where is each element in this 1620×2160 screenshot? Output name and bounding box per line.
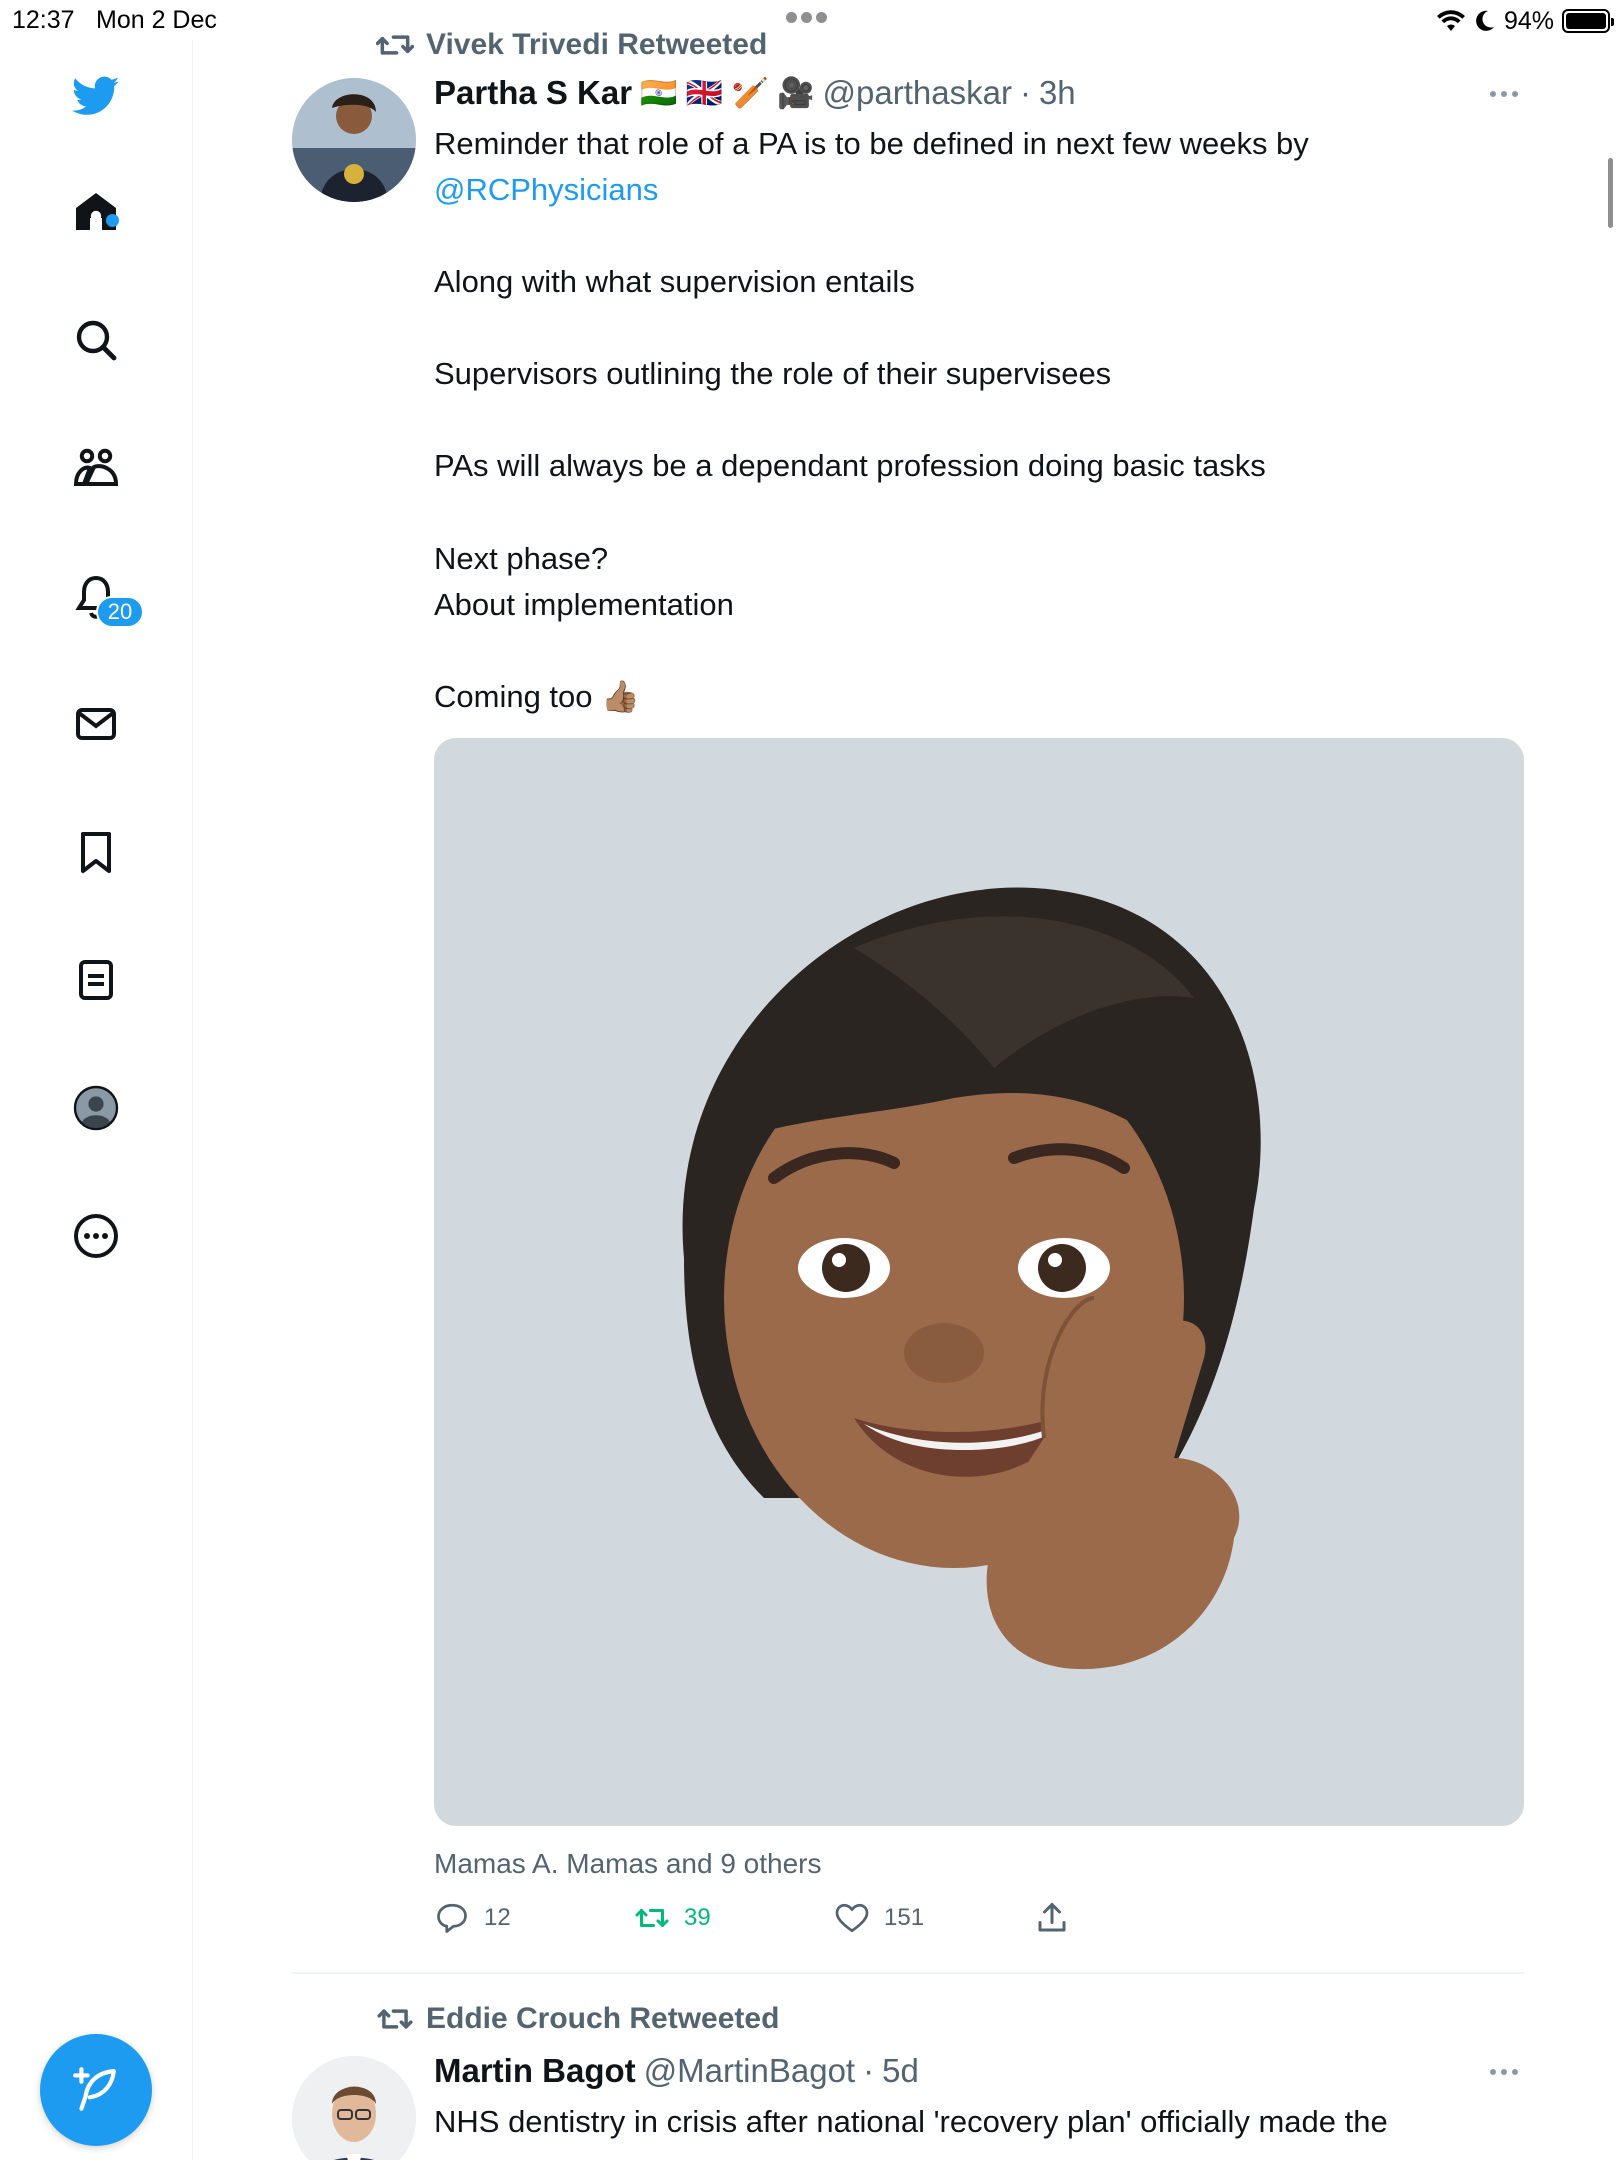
- retweeted-by-label: Eddie Crouch Retweeted: [426, 2002, 780, 2035]
- tweet-text-line1: Reminder that role of a PA is to be defi…: [434, 126, 1309, 161]
- feed-scrollbar[interactable]: [1608, 158, 1613, 228]
- retweet-count: 39: [684, 1904, 711, 1931]
- twitter-logo-icon[interactable]: [64, 64, 128, 128]
- tweet-header: Martin Bagot @MartinBagot · 5d: [434, 2052, 919, 2090]
- header-separator: ·: [863, 2052, 875, 2089]
- tweet-author-avatar[interactable]: [292, 78, 416, 202]
- author-handle[interactable]: @MartinBagot: [644, 2052, 855, 2090]
- tweet-paragraph: Next phase?: [434, 541, 609, 576]
- like-button[interactable]: 151: [834, 1900, 924, 1936]
- timeline-feed: Vivek Trivedi Retweeted Partha S Kar 🇮🇳 …: [194, 0, 1594, 2160]
- home-icon[interactable]: [64, 180, 128, 244]
- retweet-icon: [635, 1909, 669, 1927]
- status-time: 12:37: [12, 6, 75, 34]
- tweet-paragraph: PAs will always be a dependant professio…: [434, 448, 1266, 483]
- notifications-badge: 20: [96, 596, 144, 628]
- share-button[interactable]: [1034, 1900, 1070, 1936]
- tweet-paragraph: Along with what supervision entails: [434, 264, 915, 299]
- tweet-paragraph: Supervisors outlining the role of their …: [434, 356, 1112, 391]
- bookmark-icon[interactable]: [64, 820, 128, 884]
- retweet-context[interactable]: Vivek Trivedi Retweeted: [376, 26, 767, 64]
- tweet-author-avatar[interactable]: [292, 2056, 416, 2160]
- memoji-illustration: [682, 887, 1261, 1670]
- communities-icon[interactable]: [64, 436, 128, 500]
- tweet-more-options-icon[interactable]: [1484, 2062, 1524, 2082]
- share-icon: [1038, 1903, 1066, 1932]
- reply-count: 12: [484, 1904, 511, 1931]
- liked-by-summary[interactable]: Mamas A. Mamas and 9 others: [434, 1848, 822, 1880]
- tweet-actions-bar: 12 39 151: [434, 1900, 1134, 1950]
- more-options-icon[interactable]: [64, 1204, 128, 1268]
- author-name[interactable]: Partha S Kar: [434, 74, 632, 112]
- tweet-paragraph: About implementation: [434, 587, 734, 622]
- reply-icon: [437, 1903, 467, 1933]
- retweet-small-icon: [377, 2009, 413, 2029]
- heart-icon: [835, 1903, 869, 1933]
- tweet-header: Partha S Kar 🇮🇳 🇬🇧 🏏 🎥 @parthaskar · 3h: [434, 74, 1076, 112]
- reply-button[interactable]: 12: [434, 1900, 511, 1936]
- author-handle[interactable]: @parthaskar: [823, 74, 1012, 112]
- home-unread-dot: [106, 214, 119, 227]
- lists-icon[interactable]: [64, 948, 128, 1012]
- mention-link[interactable]: @RCPhysicians: [434, 167, 1554, 213]
- tweet-more-options-icon[interactable]: [1484, 84, 1524, 104]
- author-name[interactable]: Martin Bagot: [434, 2052, 636, 2090]
- sidebar-nav: 20: [0, 40, 193, 2160]
- retweeted-by-label: Vivek Trivedi Retweeted: [426, 28, 768, 61]
- tweet-media-image[interactable]: [434, 738, 1524, 1826]
- author-name-emojis: 🇮🇳 🇬🇧 🏏 🎥: [640, 76, 815, 110]
- compose-tweet-button[interactable]: [40, 2034, 152, 2146]
- tweet-time[interactable]: 5d: [882, 2052, 919, 2090]
- retweet-button[interactable]: 39: [634, 1900, 711, 1936]
- profile-avatar-icon[interactable]: [64, 1076, 128, 1140]
- tweet-paragraph: Coming too 👍🏽: [434, 679, 640, 714]
- tweet-text-line1: NHS dentistry in crisis after national '…: [434, 2104, 1388, 2139]
- retweet-small-icon: [376, 35, 414, 55]
- messages-envelope-icon[interactable]: [64, 692, 128, 756]
- tweet-time[interactable]: 3h: [1039, 74, 1076, 112]
- header-separator: ·: [1019, 74, 1031, 111]
- tweet-divider: [292, 1972, 1524, 1974]
- search-icon[interactable]: [64, 308, 128, 372]
- like-count: 151: [884, 1904, 925, 1931]
- compose-feather-icon: [73, 2067, 116, 2111]
- retweet-context[interactable]: Eddie Crouch Retweeted: [376, 2000, 779, 2038]
